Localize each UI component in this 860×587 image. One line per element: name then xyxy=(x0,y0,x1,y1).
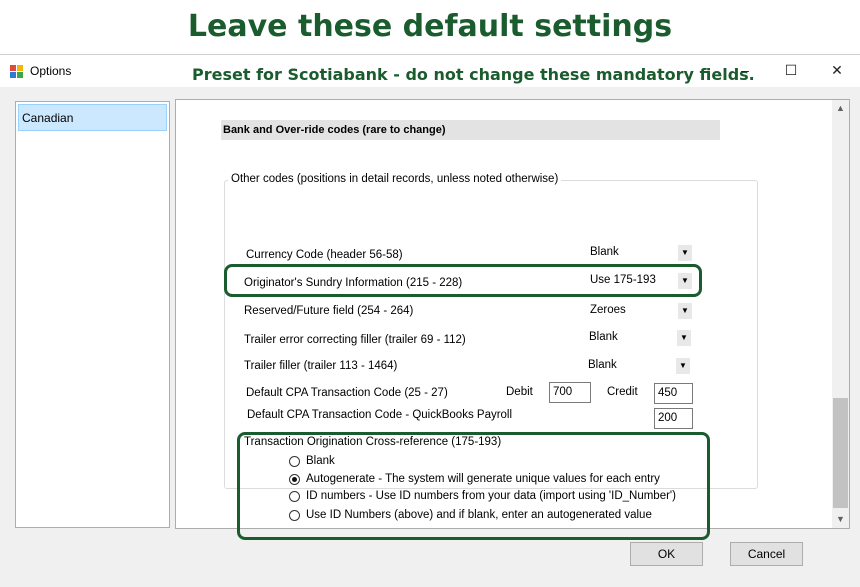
settings-panel: Bank and Over-ride codes (rare to change… xyxy=(175,99,850,540)
scroll-thumb[interactable] xyxy=(833,398,848,508)
trailer-error-select[interactable]: Blank ▼ xyxy=(589,328,691,348)
close-button[interactable]: ✕ xyxy=(814,55,860,85)
debit-label: Debit xyxy=(506,386,533,398)
trailer-filler-value: Blank xyxy=(588,359,617,371)
chevron-down-icon: ▼ xyxy=(677,330,691,346)
radio-id-numbers[interactable] xyxy=(289,491,300,502)
minimize-button[interactable]: – xyxy=(722,55,768,85)
reserved-field-label: Reserved/Future field (254 - 264) xyxy=(244,305,414,317)
trailer-filler-label: Trailer filler (trailer 113 - 1464) xyxy=(244,360,398,372)
cpa-code-label: Default CPA Transaction Code (25 - 27) xyxy=(246,387,448,399)
chevron-down-icon: ▼ xyxy=(678,303,692,319)
cpa-payroll-label: Default CPA Transaction Code - QuickBook… xyxy=(247,409,513,421)
currency-code-label: Currency Code (header 56-58) xyxy=(246,249,403,261)
window-title: Options xyxy=(30,64,72,78)
credit-code-input[interactable]: 450 xyxy=(654,383,693,404)
chevron-down-icon: ▼ xyxy=(676,358,690,374)
radio-id-or-autogen-label: Use ID Numbers (above) and if blank, ent… xyxy=(306,509,652,521)
sundry-info-select[interactable]: Use 175-193 ▼ xyxy=(590,271,692,291)
cross-reference-title: Transaction Origination Cross-reference … xyxy=(244,436,502,448)
currency-code-value: Blank xyxy=(590,246,619,258)
sundry-info-value: Use 175-193 xyxy=(590,274,656,286)
banner-title: Leave these default settings xyxy=(187,9,673,44)
scroll-up-icon[interactable]: ▲ xyxy=(832,100,849,117)
cpa-payroll-input[interactable]: 200 xyxy=(654,408,693,429)
cross-reference-highlight xyxy=(237,432,710,540)
debit-code-input[interactable]: 700 xyxy=(549,382,591,403)
currency-code-select[interactable]: Blank ▼ xyxy=(590,243,692,263)
options-window: Options Preset for Scotiabank - do not c… xyxy=(0,54,860,587)
sundry-info-label: Originator's Sundry Information (215 - 2… xyxy=(244,277,463,289)
trailer-error-label: Trailer error correcting filler (trailer… xyxy=(244,334,466,346)
chevron-down-icon: ▼ xyxy=(678,245,692,261)
preset-note: Preset for Scotiabank - do not change th… xyxy=(192,65,755,84)
trailer-error-value: Blank xyxy=(589,331,618,343)
radio-autogenerate[interactable] xyxy=(289,474,300,485)
radio-id-or-autogen[interactable] xyxy=(289,510,300,521)
maximize-button[interactable]: ☐ xyxy=(768,55,814,85)
chevron-down-icon: ▼ xyxy=(678,273,692,289)
reserved-field-value: Zeroes xyxy=(590,304,626,316)
radio-blank-label: Blank xyxy=(306,455,335,467)
app-icon xyxy=(10,65,24,78)
ok-button[interactable]: OK xyxy=(630,542,703,566)
radio-blank[interactable] xyxy=(289,456,300,467)
other-codes-title: Other codes (positions in detail records… xyxy=(228,173,562,185)
cancel-button[interactable]: Cancel xyxy=(730,542,803,566)
reserved-field-select[interactable]: Zeroes ▼ xyxy=(590,301,692,321)
credit-label: Credit xyxy=(607,386,638,398)
title-bar: Options Preset for Scotiabank - do not c… xyxy=(0,55,860,87)
trailer-filler-select[interactable]: Blank ▼ xyxy=(588,356,690,376)
section-header: Bank and Over-ride codes (rare to change… xyxy=(221,120,720,140)
scroll-down-icon[interactable]: ▼ xyxy=(832,511,849,528)
radio-id-numbers-label: ID numbers - Use ID numbers from your da… xyxy=(306,490,676,502)
category-item-canadian[interactable]: Canadian xyxy=(18,104,167,131)
category-list: Canadian xyxy=(15,101,170,528)
radio-autogenerate-label: Autogenerate - The system will generate … xyxy=(306,473,660,485)
vertical-scrollbar[interactable]: ▲ ▼ xyxy=(832,100,849,528)
